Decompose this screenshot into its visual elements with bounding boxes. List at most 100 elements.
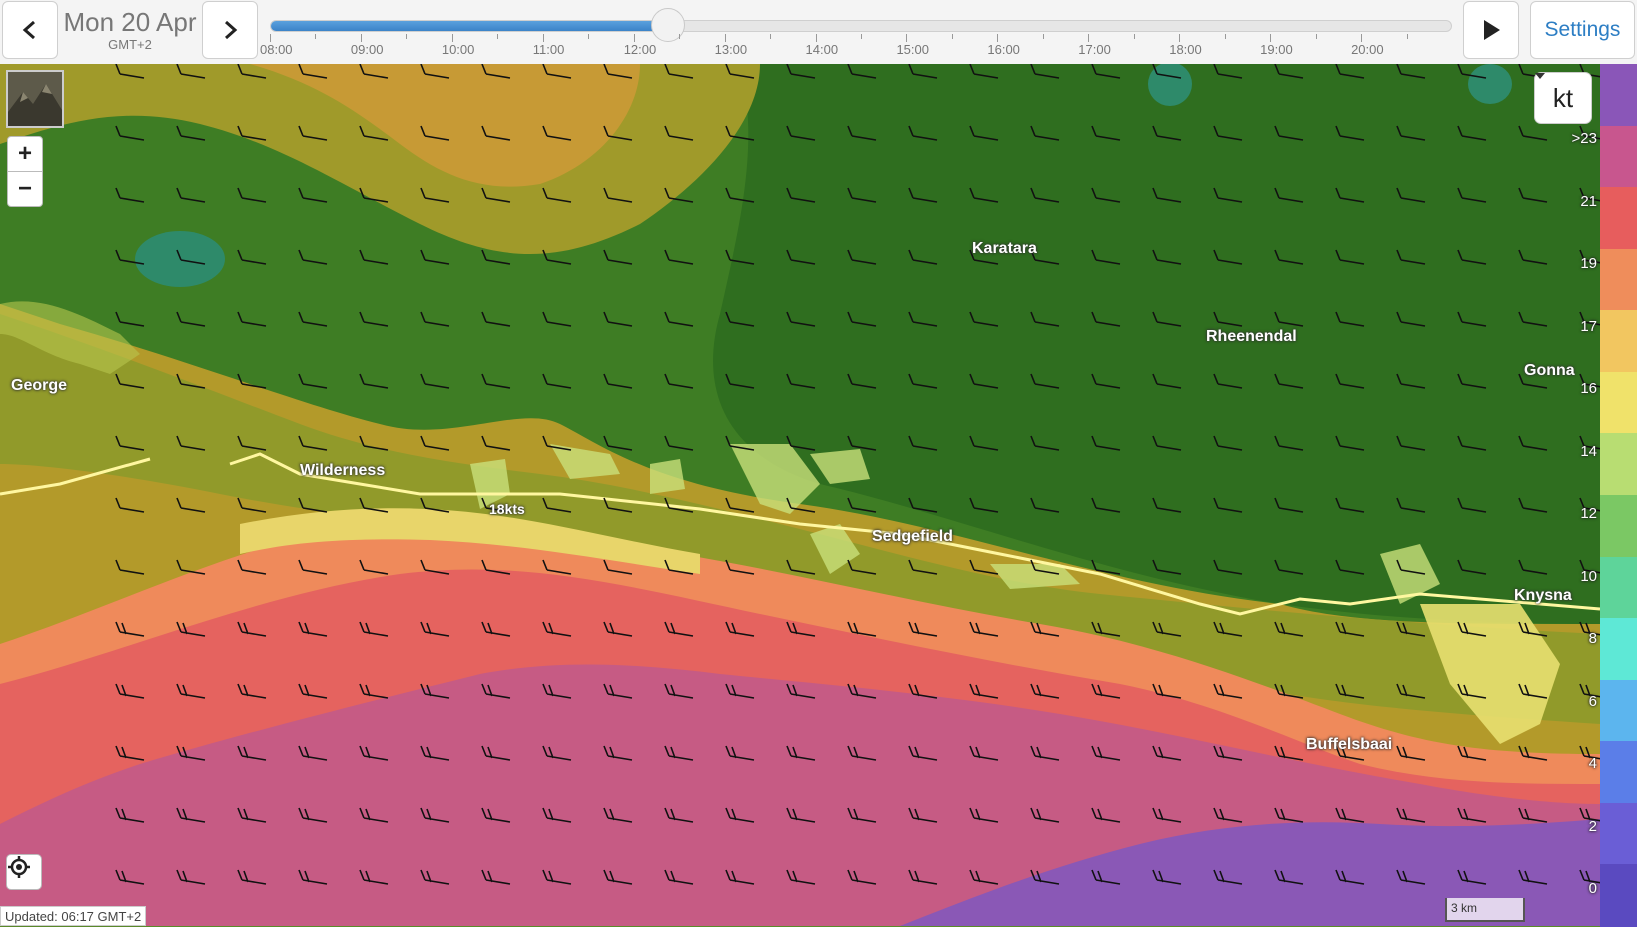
timeline-minor-tick [861,34,862,39]
timeline-minor-tick [497,34,499,39]
timeline-hour-label[interactable]: 11:00 [533,42,565,57]
zoom-out-label: − [17,175,32,202]
legend-label: 8 [1588,630,1597,647]
zoom-out-button[interactable]: − [7,171,43,207]
timeline-hour-label[interactable]: 18:00 [1169,42,1202,57]
caret-down-icon [1535,73,1545,79]
map-scale: 3 km [1445,898,1525,922]
wind-speed-legend: >23 21 19 17 16 14 12 10 8 6 4 2 0 [1572,64,1637,927]
timeline-hour-label[interactable]: 20:00 [1351,42,1384,57]
place-label-george: George [11,377,68,394]
timeline-minor-tick [406,34,408,39]
time-slider[interactable]: 08:00 09:00 10:00 11:00 12:00 13:00 14:00 15:00… [260,8,1452,58]
legend-label: 6 [1588,692,1597,710]
legend-swatch [1600,371,1637,435]
place-label-sedgefield: Sedgefield [872,528,953,545]
updated-timestamp: Updated: 06:17 GMT+2 [0,906,147,926]
timeline-minor-tick [1133,34,1135,39]
legend-swatch [1600,125,1637,189]
legend-label: 0 [1588,880,1597,897]
place-label-karatara: Karatara [972,240,1037,257]
place-label-buffelsbaai: Buffelsbaai [1306,736,1393,753]
timeline-minor-tick [770,34,772,39]
slider-handle[interactable] [651,8,686,42]
timeline-hour-label[interactable]: 15:00 [896,42,929,57]
timeline-hour-label[interactable]: 12:00 [624,42,657,57]
settings-button[interactable]: Settings [1530,1,1635,59]
play-button[interactable] [1463,1,1519,59]
timeline-tick [997,34,999,42]
legend-label: 14 [1580,442,1597,460]
legend-swatch [1600,495,1637,558]
wind-speed-overlay [0,64,1600,926]
timeline-tick [1270,34,1272,42]
timeline-minor-tick [951,34,953,39]
timeline-tick [906,34,908,42]
wind-map[interactable]: George Wilderness Karatara Rheenendal Se… [0,64,1600,926]
legend-label: 2 [1588,817,1597,835]
prev-day-button[interactable] [2,1,58,59]
timeline-minor-tick [1406,34,1408,39]
timeline-minor-tick [588,34,590,39]
terrain-layer-icon [8,72,62,126]
timeline-tick [815,34,817,42]
legend-swatch [1600,187,1637,250]
timeline-hour-label[interactable]: 19:00 [1260,42,1293,57]
zoom-in-button[interactable]: + [7,136,43,172]
zoom-in-label: + [17,140,32,167]
timeline-hour-label[interactable]: 17:00 [1078,42,1111,57]
place-label-knysna: Knysna [1514,587,1572,604]
top-bar: Mon 20 Apr GMT+2 08:00 09:00 10:00 11:00 12:… [0,0,1637,65]
legend-swatch [1600,741,1637,804]
legend-label: 19 [1580,255,1597,272]
unit-selector[interactable]: kt [1534,72,1592,124]
legend-swatch [1600,248,1637,312]
locate-button[interactable] [6,854,42,890]
place-label-gonna: Gonna [1524,362,1575,379]
timeline-tick [1179,34,1181,42]
date-label: Mon 20 Apr [63,7,197,37]
slider-progress [271,21,669,31]
next-day-button[interactable] [202,1,258,59]
timeline-hour-label[interactable]: 09:00 [351,42,384,57]
legend-label: 17 [1580,317,1597,335]
timeline-tick [451,34,453,42]
timeline-minor-tick [679,34,681,39]
legend-swatch [1600,679,1637,743]
legend-label: 12 [1580,505,1597,522]
chevron-left-icon [22,20,35,40]
timeline-hour-label[interactable]: 13:00 [715,42,748,57]
legend-label: 10 [1580,567,1597,585]
timeline-tick [360,34,362,42]
legend-swatch [1600,64,1637,127]
unit-label: kt [1552,82,1574,113]
timeline-tick [633,34,635,42]
legend-label: >23 [1571,130,1597,147]
legend-swatch [1600,310,1637,373]
timeline-minor-tick [1042,34,1044,39]
slider-track[interactable] [270,20,1452,32]
wind-speed-label: 18kts [489,501,525,517]
place-label-wilderness: Wilderness [300,462,386,479]
timezone-label: GMT+2 [108,37,152,52]
legend-swatch [1600,618,1637,681]
settings-label: Settings [1544,18,1621,41]
timeline-hour-label[interactable]: 08:00 [260,42,293,57]
timeline-minor-tick [1224,34,1226,39]
timeline-tick [270,34,271,42]
timeline-hour-label[interactable]: 14:00 [806,42,839,57]
timeline-tick [542,34,544,42]
timeline-tick [1088,34,1090,42]
place-label-rheenendal: Rheenendal [1206,328,1297,345]
legend-swatch [1600,556,1637,620]
timeline-hour-label[interactable]: 10:00 [442,42,475,57]
legend-swatch [1600,864,1637,927]
locate-icon [8,856,30,878]
timeline-hour-label[interactable]: 16:00 [987,42,1020,57]
layer-toggle-button[interactable] [6,70,64,128]
play-icon [1484,20,1500,40]
chevron-right-icon [225,20,238,40]
legend-label: 4 [1588,755,1597,772]
legend-label: 16 [1580,380,1597,397]
timeline-minor-tick [1315,34,1317,39]
